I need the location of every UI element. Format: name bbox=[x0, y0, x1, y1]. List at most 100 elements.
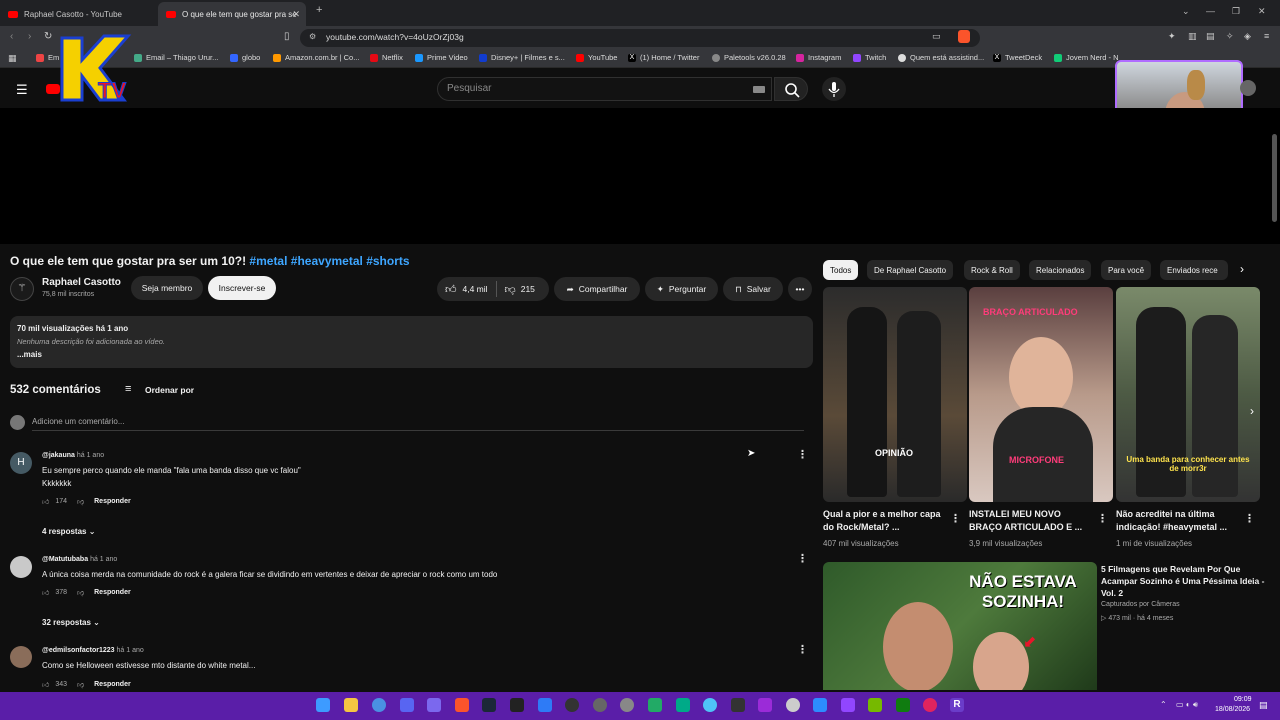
notification-icon[interactable]: ▤ bbox=[1259, 700, 1268, 711]
chip-channel[interactable]: De Raphael Casotto bbox=[867, 260, 954, 280]
comment-username[interactable]: @jakauna bbox=[42, 452, 75, 459]
sort-icon[interactable]: ≡ bbox=[125, 383, 131, 395]
bookmark-item[interactable]: YouTube bbox=[576, 53, 617, 62]
shelf-next-icon[interactable]: › bbox=[1250, 404, 1254, 418]
hashtag-link[interactable]: #shorts bbox=[366, 254, 409, 268]
search-button[interactable] bbox=[774, 77, 808, 101]
hashtag-link[interactable]: #heavymetal bbox=[291, 254, 363, 268]
extensions-icon[interactable]: ✦ bbox=[1168, 31, 1176, 42]
comment-author[interactable]: @Matutubaba há 1 ano bbox=[42, 556, 117, 563]
more-actions-button[interactable]: ••• bbox=[788, 277, 812, 301]
bookmark-item[interactable]: Prime Video bbox=[415, 53, 468, 62]
comment-menu-icon[interactable]: ⋮ bbox=[797, 552, 808, 565]
bookmark-item[interactable]: Paletools v26.0.28 bbox=[712, 53, 786, 62]
thumbs-up-icon[interactable]: 👍︎ bbox=[42, 588, 49, 597]
replies-toggle[interactable]: 4 respostas ⌄ bbox=[42, 527, 95, 536]
comment-menu-icon[interactable]: ⋮ bbox=[797, 448, 808, 461]
tab-search-icon[interactable]: ⌄ bbox=[1182, 6, 1190, 17]
app-icon[interactable] bbox=[923, 698, 937, 712]
bookmark-item[interactable]: X TweetDeck bbox=[993, 53, 1042, 62]
short-menu-icon[interactable]: ⋮ bbox=[1244, 512, 1255, 525]
commenter-avatar[interactable] bbox=[10, 646, 32, 668]
thumbs-down-icon[interactable]: 👎︎ bbox=[77, 497, 84, 506]
bookmark-item[interactable]: globo bbox=[230, 53, 260, 62]
chip-related[interactable]: Relacionados bbox=[1029, 260, 1092, 280]
thumbs-up-icon[interactable]: 👍︎ bbox=[42, 497, 49, 506]
browser-taskbar-icon[interactable] bbox=[372, 698, 386, 712]
chevron-right-icon[interactable]: › bbox=[1240, 262, 1244, 276]
page-scrollbar[interactable] bbox=[1272, 134, 1277, 222]
more-link[interactable]: ...mais bbox=[17, 350, 42, 359]
steam-icon[interactable] bbox=[482, 698, 496, 712]
obs-icon[interactable] bbox=[593, 698, 607, 712]
maximize-icon[interactable]: ❐ bbox=[1232, 6, 1240, 17]
app-icon[interactable]: R bbox=[950, 698, 964, 712]
discord-icon[interactable] bbox=[400, 698, 414, 712]
voice-search-button[interactable] bbox=[822, 77, 846, 101]
vpn-icon[interactable]: ◈ bbox=[1244, 31, 1251, 42]
short-menu-icon[interactable]: ⋮ bbox=[950, 512, 961, 525]
comment-age[interactable]: há 1 ano bbox=[77, 452, 104, 459]
video-thumbnail[interactable]: NÃO ESTAVA SOZINHA! ⬋ bbox=[823, 562, 1097, 690]
thumbs-down-icon[interactable]: 👎︎ bbox=[77, 588, 84, 597]
short-title[interactable]: Qual a pior e a melhor capa do Rock/Meta… bbox=[823, 508, 949, 534]
cast-icon[interactable]: ▭ bbox=[932, 31, 941, 42]
bookmark-item[interactable]: Amazon.com.br | Co... bbox=[273, 53, 359, 62]
add-comment-input[interactable]: Adicione um comentário... bbox=[32, 417, 125, 426]
reply-button[interactable]: Responder bbox=[94, 498, 131, 505]
app-icon[interactable] bbox=[703, 698, 717, 712]
tab-video[interactable]: O que ele tem que gostar pra se ✕ bbox=[158, 2, 306, 26]
bookmark-item[interactable]: Instagram bbox=[796, 53, 841, 62]
brave-shield-icon[interactable] bbox=[958, 30, 970, 43]
tab-channel[interactable]: Raphael Casotto - YouTube bbox=[0, 2, 150, 26]
clock-time[interactable]: 09:09 bbox=[1234, 696, 1252, 703]
comment-author[interactable]: @jakauna há 1 ano bbox=[42, 452, 104, 459]
account-avatar[interactable] bbox=[1240, 80, 1256, 96]
short-thumbnail[interactable]: Uma banda para conhecer antes de morr3r bbox=[1116, 287, 1260, 502]
thumbs-down-icon[interactable]: 👎︎ bbox=[77, 680, 84, 689]
leo-icon[interactable]: ✧ bbox=[1226, 31, 1234, 42]
video-player[interactable] bbox=[0, 108, 1280, 244]
comment-author[interactable]: @edmilsonfactor1223 há 1 ano bbox=[42, 647, 144, 654]
dislike-count[interactable]: 215 bbox=[521, 284, 535, 294]
commenter-avatar[interactable] bbox=[10, 556, 32, 578]
chip-rock-and-roll[interactable]: Rock & Roll bbox=[964, 260, 1020, 280]
comment-menu-icon[interactable]: ⋮ bbox=[797, 643, 808, 656]
share-button[interactable]: ➦ Compartilhar bbox=[554, 277, 640, 301]
commenter-avatar[interactable]: H bbox=[10, 452, 32, 474]
chip-recently-uploaded[interactable]: Enviados rece bbox=[1160, 260, 1228, 280]
short-thumbnail[interactable]: OPINIÃO bbox=[823, 287, 967, 502]
comment-username[interactable]: @Matutubaba bbox=[42, 556, 88, 563]
reply-button[interactable]: Responder bbox=[94, 681, 131, 688]
video-title-link[interactable]: 5 Filmagens que Revelam Por Que Acampar … bbox=[1101, 563, 1266, 599]
channel-avatar[interactable]: ⚚ bbox=[10, 277, 34, 301]
start-menu-icon[interactable] bbox=[316, 698, 330, 712]
bookmark-page-icon[interactable]: ▯ bbox=[284, 31, 290, 42]
menu-icon[interactable]: ≡ bbox=[1264, 31, 1269, 41]
bookmark-item[interactable]: Email – Thiago Urur... bbox=[134, 53, 218, 62]
back-icon[interactable]: ‹ bbox=[10, 31, 13, 42]
app-icon[interactable] bbox=[676, 698, 690, 712]
xbox-icon[interactable] bbox=[896, 698, 910, 712]
comment-username[interactable]: @edmilsonfactor1223 bbox=[42, 647, 115, 654]
bookmark-item[interactable]: Quem está assistind... bbox=[898, 53, 984, 62]
comment-age[interactable]: há 1 ano bbox=[117, 647, 144, 654]
join-button[interactable]: Seja membro bbox=[131, 276, 203, 300]
close-tab-icon[interactable]: ✕ bbox=[292, 9, 300, 20]
app-icon[interactable] bbox=[758, 698, 772, 712]
app-icon[interactable] bbox=[565, 698, 579, 712]
reload-icon[interactable]: ↻ bbox=[44, 31, 52, 42]
bookmark-item[interactable]: Disney+ | Filmes e s... bbox=[479, 53, 565, 62]
site-info-icon[interactable]: ⚙ bbox=[309, 32, 316, 41]
forward-icon[interactable]: › bbox=[28, 31, 31, 42]
twitch-taskbar-icon[interactable] bbox=[841, 698, 855, 712]
app-icon[interactable] bbox=[538, 698, 552, 712]
app-icon[interactable] bbox=[813, 698, 827, 712]
short-menu-icon[interactable]: ⋮ bbox=[1097, 512, 1108, 525]
chip-todos[interactable]: Todos bbox=[823, 260, 859, 280]
keyboard-icon[interactable] bbox=[753, 86, 765, 93]
save-button[interactable]: ⊓ Salvar bbox=[723, 277, 783, 301]
subscribe-button[interactable]: Inscrever-se bbox=[208, 276, 276, 300]
app-icon[interactable] bbox=[731, 698, 745, 712]
bookmark-item[interactable]: Jovem Nerd - N bbox=[1054, 53, 1119, 62]
